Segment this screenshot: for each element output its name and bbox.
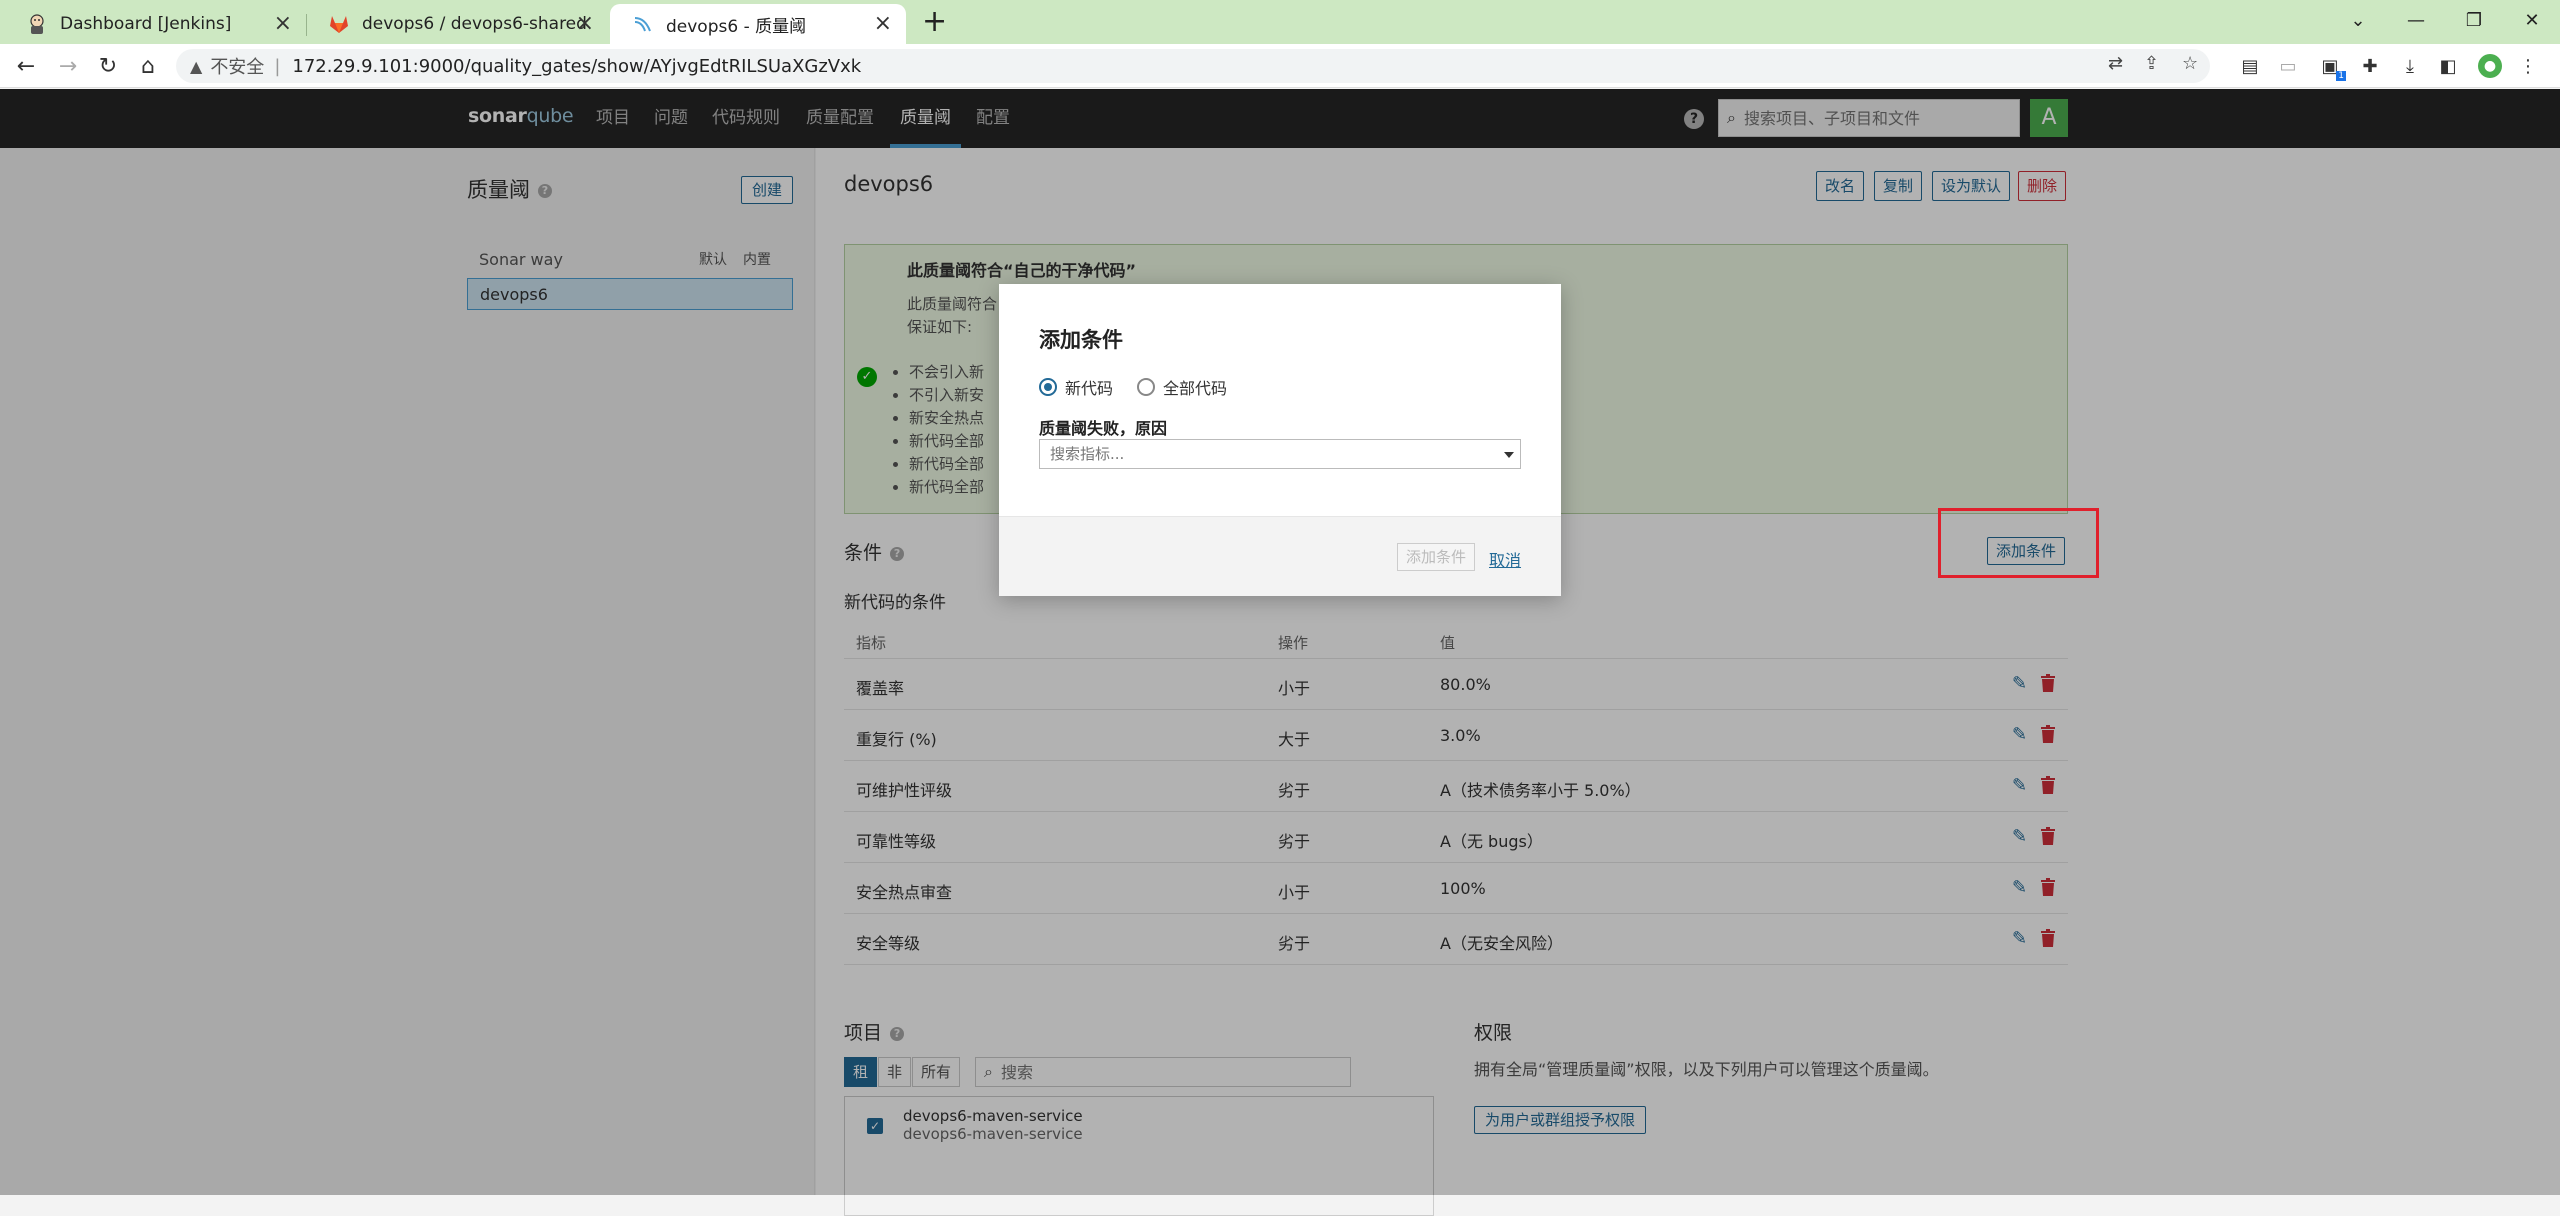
modal-overlay[interactable]	[0, 89, 2560, 1195]
radio-selected-icon	[1039, 378, 1057, 396]
radio-new-code[interactable]: 新代码	[1039, 375, 1113, 399]
modal-title: 添加条件	[1039, 328, 1123, 352]
bookmark-star-icon[interactable]: ☆	[2182, 53, 2198, 74]
browser-tab-jenkins[interactable]: Dashboard [Jenkins] ×	[4, 4, 307, 44]
caret-down-icon	[1504, 452, 1514, 458]
kebab-menu-icon[interactable]: ⋮	[2516, 54, 2540, 78]
gitlab-icon	[328, 13, 350, 35]
browser-tab-title: devops6 - 质量阈	[666, 16, 807, 37]
tab-search-chevron-icon[interactable]: ⌄	[2328, 0, 2388, 40]
share-icon[interactable]: ⇪	[2144, 53, 2159, 74]
metric-select[interactable]: 搜索指标...	[1039, 439, 1521, 469]
annotation-highlight-box	[1938, 508, 2099, 578]
browser-tab-sonarqube[interactable]: devops6 - 质量阈 ×	[610, 4, 906, 44]
close-tab-icon[interactable]: ×	[874, 13, 892, 35]
security-label: 不安全	[210, 57, 265, 78]
modal-add-condition-button[interactable]: 添加条件	[1397, 543, 1476, 571]
puzzle-extensions-icon[interactable]: ✚	[2358, 54, 2382, 78]
download-icon[interactable]: ⤓	[2398, 54, 2422, 78]
extension-badge: 1	[2336, 71, 2346, 81]
add-condition-modal: 添加条件 新代码 全部代码 质量阈失败，原因 搜索指标... 添加条件 取消	[999, 284, 1561, 596]
reading-list-icon[interactable]: ▤	[2238, 54, 2262, 78]
metric-field-label: 质量阈失败，原因	[1039, 419, 1168, 438]
new-tab-icon[interactable]: +	[922, 5, 947, 39]
address-bar[interactable]: ▲ 不安全 | 172.29.9.101:9000/quality_gates/…	[176, 49, 2210, 83]
warning-triangle-icon: ▲	[190, 56, 203, 76]
modal-footer: 添加条件 取消	[999, 516, 1561, 596]
back-arrow-icon[interactable]: ←	[10, 50, 42, 82]
radio-overall-code[interactable]: 全部代码	[1137, 375, 1227, 399]
browser-tab-gitlab[interactable]: devops6 / devops6-shared-lib ×	[306, 4, 608, 44]
side-panel-icon[interactable]: ◧	[2436, 54, 2460, 78]
minimize-icon[interactable]: —	[2386, 0, 2446, 40]
home-icon[interactable]: ⌂	[132, 50, 164, 82]
browser-tab-strip: Dashboard [Jenkins] × devops6 / devops6-…	[0, 0, 2560, 44]
browser-toolbar: ← → ↻ ⌂ ▲ 不安全 | 172.29.9.101:9000/qualit…	[0, 44, 2560, 88]
jenkins-icon	[26, 13, 48, 35]
modal-cancel-link[interactable]: 取消	[1489, 547, 1521, 571]
close-tab-icon[interactable]: ×	[274, 13, 292, 35]
ocr-extension-icon[interactable]: ▣ 1	[2318, 54, 2346, 81]
forward-arrow-icon[interactable]: →	[52, 50, 84, 82]
radio-unselected-icon	[1137, 378, 1155, 396]
extension-icon[interactable]: ▭	[2276, 54, 2300, 78]
url-text: 172.29.9.101:9000/quality_gates/show/AYj…	[292, 55, 862, 77]
browser-tab-title: Dashboard [Jenkins]	[60, 14, 232, 34]
close-window-icon[interactable]: ✕	[2502, 0, 2560, 40]
profile-avatar-icon[interactable]: ●	[2478, 54, 2502, 78]
restore-icon[interactable]: ❐	[2444, 0, 2504, 40]
sonarqube-icon	[632, 13, 654, 35]
close-tab-icon[interactable]: ×	[576, 13, 594, 35]
translate-icon[interactable]: ⇄	[2108, 53, 2123, 74]
browser-tab-title: devops6 / devops6-shared-lib	[362, 14, 586, 34]
reload-icon[interactable]: ↻	[92, 50, 124, 82]
